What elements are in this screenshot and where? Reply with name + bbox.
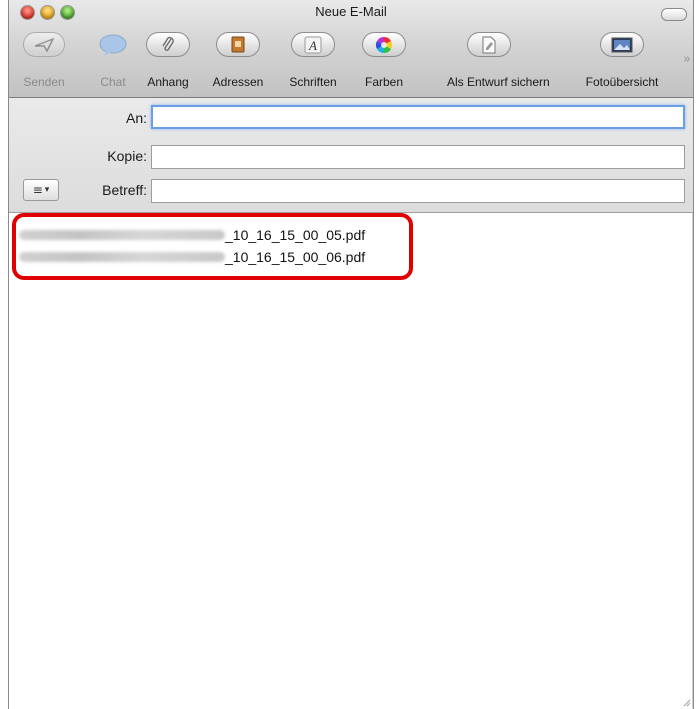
colors-label: Farben bbox=[364, 75, 404, 89]
toolbar-overflow-icon[interactable]: » bbox=[683, 52, 691, 67]
addresses-button[interactable] bbox=[216, 32, 260, 57]
to-label: An: bbox=[125, 110, 147, 126]
photo-browser-label: Fotoübersicht bbox=[585, 75, 659, 89]
message-header: An: Kopie: ≡ ▾ Betreff: bbox=[9, 98, 693, 213]
photo-browser-button[interactable] bbox=[600, 32, 644, 57]
mail-compose-window: Neue E-Mail Senden Chat Anhang Adressen … bbox=[8, 0, 694, 709]
toolbar-attach: Anhang bbox=[146, 32, 190, 89]
subject-field[interactable] bbox=[151, 179, 685, 203]
toolbar-fonts: A Schriften bbox=[289, 32, 337, 89]
redacted-filename bbox=[19, 230, 225, 240]
attachment-name: _10_16_15_00_05.pdf bbox=[225, 227, 366, 243]
font-icon: A bbox=[304, 36, 322, 53]
colors-button[interactable] bbox=[362, 32, 406, 57]
toolbar-toggle-button[interactable] bbox=[661, 8, 687, 21]
send-button[interactable] bbox=[23, 32, 65, 57]
toolbar-addresses: Adressen bbox=[213, 32, 263, 89]
message-body[interactable]: _10_16_15_00_05.pdf _10_16_15_00_06.pdf bbox=[9, 213, 693, 709]
toolbar-send: Senden bbox=[23, 32, 65, 89]
body-right-edge bbox=[692, 213, 693, 709]
subject-label: Betreff: bbox=[102, 182, 147, 198]
address-book-icon bbox=[231, 36, 245, 53]
to-field[interactable] bbox=[151, 105, 685, 129]
cc-field[interactable] bbox=[151, 145, 685, 169]
save-draft-label: Als Entwurf sichern bbox=[447, 75, 550, 89]
toolbar-colors: Farben bbox=[362, 32, 406, 89]
titlebar-toolbar: Neue E-Mail Senden Chat Anhang Adressen … bbox=[9, 0, 693, 98]
redacted-filename bbox=[19, 252, 225, 262]
attachment-item[interactable]: _10_16_15_00_05.pdf bbox=[19, 227, 365, 243]
paperclip-icon bbox=[162, 36, 174, 51]
chat-bubble-icon bbox=[99, 34, 127, 56]
toolbar-save-draft: Als Entwurf sichern bbox=[447, 32, 550, 89]
resize-grip-icon[interactable] bbox=[681, 697, 691, 707]
save-draft-button[interactable] bbox=[467, 32, 511, 57]
window-title: Neue E-Mail bbox=[315, 4, 387, 19]
attach-button[interactable] bbox=[146, 32, 190, 57]
toolbar-chat: Chat bbox=[98, 32, 128, 89]
chat-button[interactable] bbox=[98, 32, 128, 57]
send-label: Senden bbox=[23, 75, 65, 89]
fonts-button[interactable]: A bbox=[291, 32, 335, 57]
attachment-item[interactable]: _10_16_15_00_06.pdf bbox=[19, 249, 365, 265]
photo-browser-icon bbox=[611, 37, 633, 52]
color-wheel-icon bbox=[375, 36, 393, 53]
attachment-name: _10_16_15_00_06.pdf bbox=[225, 249, 366, 265]
toolbar-photo-browser: Fotoübersicht bbox=[586, 32, 658, 89]
cc-label: Kopie: bbox=[107, 148, 147, 164]
addresses-label: Adressen bbox=[212, 75, 264, 89]
svg-text:A: A bbox=[308, 38, 317, 53]
draft-icon bbox=[482, 36, 496, 53]
send-icon bbox=[34, 37, 55, 52]
attachments-highlight bbox=[12, 213, 413, 280]
